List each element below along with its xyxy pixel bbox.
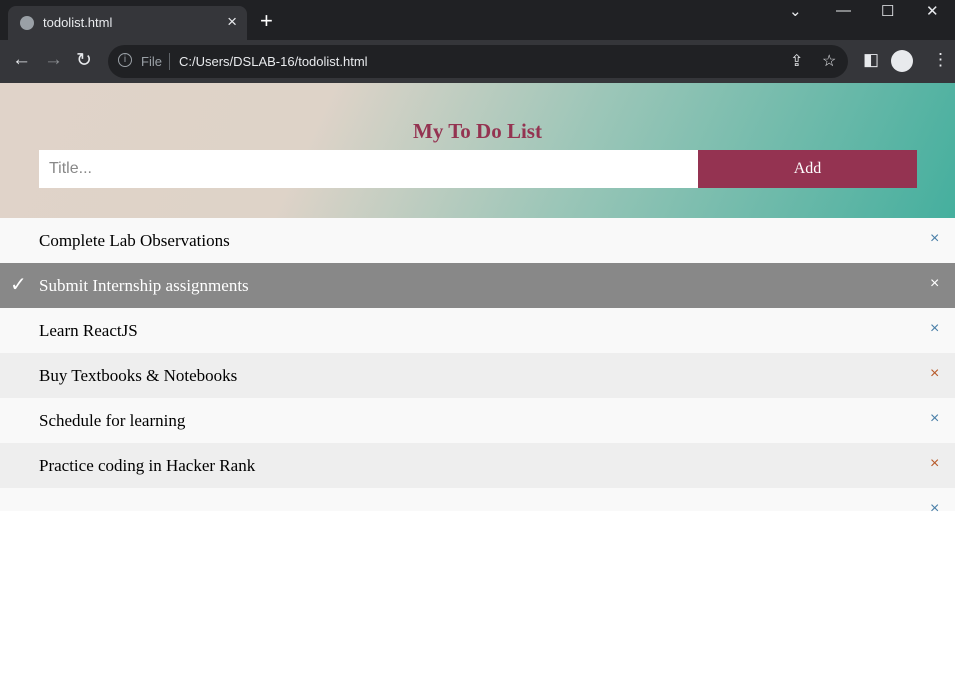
tab-bar: todolist.html × + ⌄ — ☐ ✕ [0, 0, 955, 40]
file-label: File [141, 54, 162, 69]
todo-item[interactable]: ✓ Submit Internship assignments × [0, 263, 955, 308]
todo-item[interactable]: Learn ReactJS × [0, 308, 955, 353]
todo-item[interactable]: Practice coding in Hacker Rank × [0, 443, 955, 488]
add-button[interactable]: Add [698, 150, 917, 188]
delete-icon[interactable]: × [930, 230, 939, 248]
todo-text: Practice coding in Hacker Rank [39, 456, 256, 475]
divider [169, 53, 170, 70]
browser-toolbar: ← → ↻ i File C:/Users/DSLAB-16/todolist.… [0, 40, 955, 83]
page-title: My To Do List [413, 119, 542, 143]
minimize-icon[interactable]: — [836, 2, 851, 19]
reload-icon[interactable]: ↻ [76, 49, 92, 72]
share-icon[interactable]: ⇪ [790, 51, 803, 71]
title-input[interactable] [39, 150, 698, 188]
delete-icon[interactable]: × [930, 275, 939, 293]
menu-icon[interactable]: ⋮ [932, 50, 949, 70]
tab-search-icon[interactable]: ⌄ [789, 2, 802, 20]
globe-icon [20, 16, 34, 30]
todo-list: Complete Lab Observations × ✓ Submit Intern… [0, 218, 955, 517]
delete-icon[interactable]: × [930, 410, 939, 428]
delete-icon[interactable]: × [930, 365, 939, 383]
window-close-icon[interactable]: ✕ [926, 2, 939, 20]
browser-tab[interactable]: todolist.html × [8, 6, 247, 40]
maximize-icon[interactable]: ☐ [881, 2, 894, 20]
info-icon[interactable]: i [118, 53, 132, 67]
todo-text: Learn ReactJS [39, 321, 138, 340]
todo-text: Schedule for learning [39, 411, 186, 430]
url-text[interactable]: C:/Users/DSLAB-16/todolist.html [179, 54, 368, 69]
todo-item[interactable]: Schedule for learning × [0, 398, 955, 443]
forward-icon[interactable]: → [44, 49, 63, 71]
delete-icon[interactable]: × [930, 500, 939, 518]
tab-title: todolist.html [43, 15, 113, 30]
star-icon[interactable]: ☆ [822, 51, 836, 71]
side-panel-icon[interactable]: ◧ [863, 50, 879, 70]
todo-item[interactable]: Complete Lab Observations × [0, 218, 955, 263]
todo-text: Buy Textbooks & Notebooks [39, 366, 238, 385]
profile-avatar[interactable] [891, 50, 913, 72]
todo-text: Complete Lab Observations [39, 231, 230, 250]
close-tab-icon[interactable]: × [227, 12, 237, 32]
delete-icon[interactable]: × [930, 455, 939, 473]
new-tab-button[interactable]: + [260, 8, 273, 34]
todo-text: Submit Internship assignments [39, 276, 249, 295]
todo-header: My To Do List Add [0, 83, 955, 218]
delete-icon[interactable]: × [930, 320, 939, 338]
todo-item[interactable]: × [0, 488, 955, 517]
todo-item[interactable]: Buy Textbooks & Notebooks × [0, 353, 955, 398]
check-icon: ✓ [10, 274, 27, 296]
address-bar[interactable]: i File C:/Users/DSLAB-16/todolist.html ⇪… [108, 45, 848, 78]
back-icon[interactable]: ← [12, 49, 31, 71]
